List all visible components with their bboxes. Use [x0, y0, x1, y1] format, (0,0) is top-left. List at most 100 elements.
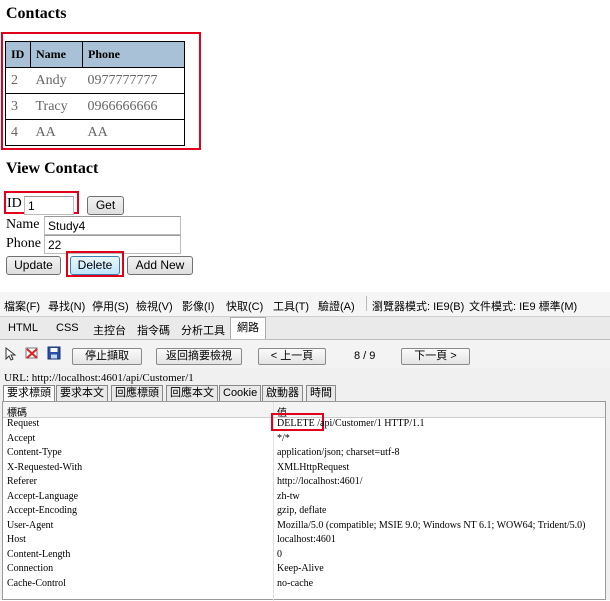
name-input[interactable] — [44, 216, 181, 235]
add-new-button[interactable]: Add New — [127, 256, 193, 275]
subtab-initiator[interactable]: 啟動器 — [262, 385, 303, 401]
cell-phone: 0977777777 — [82, 67, 185, 94]
column-header-name: Name — [30, 41, 83, 68]
id-input[interactable] — [24, 196, 74, 215]
column-header-id: ID — [5, 41, 31, 68]
devtools-tabbar: HTML CSS 主控台 指令碼 分析工具 網路 — [0, 317, 610, 340]
header-value: no-cache — [277, 577, 314, 589]
save-icon[interactable] — [47, 346, 61, 360]
contacts-table: ID Name Phone 2 Andy 0977777777 3 Tracy … — [5, 41, 185, 146]
header-value: zh-tw — [277, 490, 300, 502]
page-indicator: 8 / 9 — [354, 350, 376, 362]
get-button[interactable]: Get — [87, 196, 124, 215]
header-row[interactable]: Request DELETE /api/Customer/1 HTTP/1.1 — [3, 418, 605, 433]
tab-css[interactable]: CSS — [56, 322, 79, 334]
back-to-summary-button[interactable]: 返回摘要檢視 — [156, 348, 242, 365]
cell-phone: AA — [82, 119, 185, 146]
menu-disable[interactable]: 停用(S) — [92, 298, 129, 314]
contacts-table-header-row: ID Name Phone — [5, 41, 185, 68]
cell-name: Tracy — [30, 93, 83, 120]
subtab-response-body[interactable]: 回應本文 — [166, 385, 218, 401]
header-row[interactable]: Accept-Encoding gzip, deflate — [3, 505, 605, 520]
header-row[interactable]: Content-Type application/json; charset=ut… — [3, 447, 605, 462]
stop-capture-button[interactable]: 停止擷取 — [72, 348, 142, 365]
request-url: URL: http://localhost:4601/api/Customer/… — [4, 372, 194, 384]
detail-subtabs: 要求標頭 要求本文 回應標頭 回應本文 Cookie 啟動器 時間 — [0, 385, 610, 401]
subtab-response-headers[interactable]: 回應標頭 — [111, 385, 163, 401]
headers-grid: 標碼 值 Request DELETE /api/Customer/1 HTTP/… — [2, 401, 606, 601]
clear-entries-icon[interactable] — [25, 347, 39, 360]
contacts-heading: Contacts — [6, 5, 67, 22]
menu-images[interactable]: 影像(I) — [182, 298, 214, 314]
header-value: Mozilla/5.0 (compatible; MSIE 9.0; Windo… — [277, 519, 586, 531]
previous-page-button[interactable]: < 上一頁 — [258, 348, 326, 365]
menu-file[interactable]: 檔案(F) — [4, 298, 40, 314]
cell-id: 4 — [5, 119, 31, 146]
header-name: Accept — [7, 432, 36, 444]
subtab-request-body[interactable]: 要求本文 — [56, 385, 108, 401]
header-value: localhost:4601 — [277, 534, 336, 545]
menu-cache[interactable]: 快取(C) — [226, 298, 263, 314]
header-name: Cache-Control — [7, 577, 66, 589]
header-row[interactable]: Referer http://localhost:4601/ — [3, 476, 605, 491]
header-name: Content-Length — [7, 548, 71, 560]
subtab-cookie[interactable]: Cookie — [219, 385, 262, 401]
tab-script[interactable]: 指令碼 — [137, 322, 170, 338]
header-row[interactable]: Connection Keep-Alive — [3, 563, 605, 578]
header-row[interactable]: User-Agent Mozilla/5.0 (compatible; MSIE … — [3, 520, 605, 535]
header-name: Content-Type — [7, 447, 62, 458]
header-value: http://localhost:4601/ — [277, 476, 363, 487]
tab-console[interactable]: 主控台 — [93, 322, 126, 338]
subtab-request-headers[interactable]: 要求標頭 — [3, 385, 55, 401]
table-row[interactable]: 4 AA AA — [5, 119, 185, 146]
menu-tools[interactable]: 工具(T) — [273, 298, 309, 314]
table-row[interactable]: 3 Tracy 0966666666 — [5, 93, 185, 120]
header-name: Connection — [7, 563, 54, 574]
menu-validate[interactable]: 驗證(A) — [318, 298, 355, 314]
subtab-timings[interactable]: 時間 — [306, 385, 336, 401]
header-name: Host — [7, 534, 26, 545]
menu-divider — [366, 296, 367, 311]
header-value: application/json; charset=utf-8 — [277, 447, 400, 458]
menu-find[interactable]: 尋找(N) — [48, 298, 85, 314]
id-label: ID — [7, 196, 22, 211]
delete-button[interactable]: Delete — [70, 256, 120, 275]
table-row[interactable]: 2 Andy 0977777777 — [5, 67, 185, 94]
header-value: XMLHttpRequest — [277, 461, 350, 473]
grid-header-key[interactable]: 標碼 — [7, 404, 27, 419]
devtools-menubar: 檔案(F) 尋找(N) 停用(S) 檢視(V) 影像(I) 快取(C) 工具(T… — [0, 292, 610, 317]
header-row[interactable]: Host localhost:4601 — [3, 534, 605, 549]
cell-id: 2 — [5, 67, 31, 94]
cell-name: Andy — [30, 67, 83, 94]
tab-html[interactable]: HTML — [8, 322, 38, 334]
header-name: User-Agent — [7, 519, 54, 531]
name-label: Name — [6, 217, 40, 232]
header-row[interactable]: Accept */* — [3, 433, 605, 448]
header-row[interactable]: Content-Length 0 — [3, 549, 605, 564]
header-value: gzip, deflate — [277, 505, 327, 516]
cell-id: 3 — [5, 93, 31, 120]
header-value: */* — [277, 432, 290, 444]
developer-tools-panel: 檔案(F) 尋找(N) 停用(S) 檢視(V) 影像(I) 快取(C) 工具(T… — [0, 292, 610, 601]
phone-label: Phone — [6, 236, 41, 251]
header-row[interactable]: Accept-Language zh-tw — [3, 491, 605, 506]
header-row[interactable]: Cache-Control no-cache — [3, 578, 605, 593]
menu-document-mode[interactable]: 文件模式: IE9 標準(M) — [469, 298, 577, 314]
header-name: Request — [7, 418, 40, 429]
header-value: Keep-Alive — [277, 563, 324, 574]
header-name: X-Requested-With — [7, 461, 83, 473]
header-value: 0 — [277, 548, 282, 560]
header-name: Accept-Language — [7, 490, 79, 502]
header-name: Accept-Encoding — [7, 505, 77, 516]
menu-browser-mode[interactable]: 瀏覽器模式: IE9(B) — [372, 298, 464, 314]
tab-profiler[interactable]: 分析工具 — [181, 322, 225, 338]
update-button[interactable]: Update — [6, 256, 61, 275]
header-row[interactable]: X-Requested-With XMLHttpRequest — [3, 462, 605, 477]
header-value: DELETE /api/Customer/1 HTTP/1.1 — [277, 418, 425, 429]
cell-name: AA — [30, 119, 83, 146]
select-element-icon[interactable] — [5, 347, 17, 361]
tab-network[interactable]: 網路 — [230, 317, 266, 339]
view-contact-heading: View Contact — [6, 160, 99, 177]
menu-view[interactable]: 檢視(V) — [136, 298, 173, 314]
next-page-button[interactable]: 下一頁 > — [401, 348, 470, 365]
